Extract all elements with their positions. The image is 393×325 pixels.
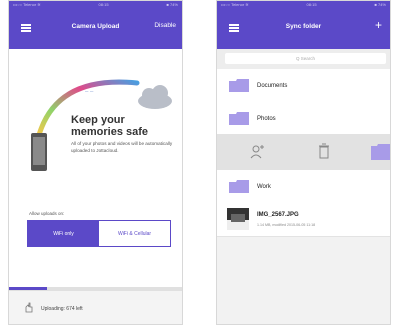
- upload-illustration-area: – – Keep your memories safe All of your …: [9, 49, 182, 289]
- nav-bar: Camera Upload Disable: [9, 9, 182, 49]
- folder-name: Photos: [257, 116, 276, 122]
- folder-icon: [229, 180, 249, 193]
- folder-icon: [229, 79, 249, 92]
- upload-network-segmented-control: WiFi only WiFi & Cellular: [27, 220, 171, 247]
- onboarding-heading: Keep your memories safe: [71, 114, 149, 138]
- file-name: IMG_2567.JPG: [257, 212, 299, 218]
- carrier-signal: •••○○ Telenor ≋: [13, 2, 41, 7]
- image-thumbnail: [227, 208, 249, 230]
- uploading-count: Uploading: 674 left: [41, 306, 83, 312]
- sync-folder-screen: •••○○ Telenor ≋ 08:15 ■ 74% Sync folder …: [216, 0, 391, 325]
- add-button[interactable]: +: [375, 18, 382, 32]
- upload-status-bar: Uploading: 674 left: [9, 290, 182, 324]
- cloud-icon: [138, 85, 172, 109]
- camera-upload-screen: •••○○ Telenor ≋ 08:15 ■ 74% Camera Uploa…: [8, 0, 183, 325]
- search-area: Q Search: [217, 49, 390, 69]
- phone-icon: [31, 133, 47, 171]
- folder-row-work[interactable]: Work: [217, 170, 390, 204]
- nav-bar: Sync folder +: [217, 9, 390, 49]
- wifi-only-option[interactable]: WiFi only: [28, 221, 99, 246]
- onboarding-description: All of your photos and videos will be au…: [71, 141, 173, 153]
- row-actions-bar: [217, 134, 390, 170]
- move-folder-icon[interactable]: [369, 134, 391, 170]
- folder-icon: [229, 112, 249, 125]
- page-title: Sync folder: [285, 23, 322, 30]
- file-meta: 1.14 MB, modified 2015-06-05 11:18: [257, 223, 316, 227]
- svg-text:– –: – –: [85, 89, 94, 95]
- status-bar: •••○○ Telenor ≋ 08:15 ■ 74%: [9, 1, 182, 9]
- carrier-signal: •••○○ Telenor ≋: [221, 2, 249, 7]
- battery-status: ■ 74%: [166, 2, 178, 7]
- folder-name: Work: [257, 184, 271, 190]
- folder-name: Documents: [257, 83, 288, 89]
- search-input[interactable]: Q Search: [225, 53, 386, 64]
- disable-button[interactable]: Disable: [154, 22, 176, 29]
- folder-row-photos[interactable]: Photos: [217, 102, 390, 135]
- status-time: 08:15: [98, 2, 109, 7]
- status-time: 08:15: [306, 2, 317, 7]
- file-row[interactable]: IMG_2567.JPG 1.14 MB, modified 2015-06-0…: [217, 203, 390, 237]
- status-bar: •••○○ Telenor ≋ 08:15 ■ 74%: [217, 1, 390, 9]
- upload-hand-icon: [25, 302, 33, 313]
- allow-uploads-label: Allow uploads on:: [29, 211, 65, 216]
- trash-icon[interactable]: [317, 134, 331, 170]
- share-user-icon[interactable]: [249, 134, 265, 170]
- folder-row-documents[interactable]: Documents: [217, 69, 390, 103]
- battery-status: ■ 74%: [374, 2, 386, 7]
- wifi-and-cellular-option[interactable]: WiFi & Cellular: [99, 221, 170, 246]
